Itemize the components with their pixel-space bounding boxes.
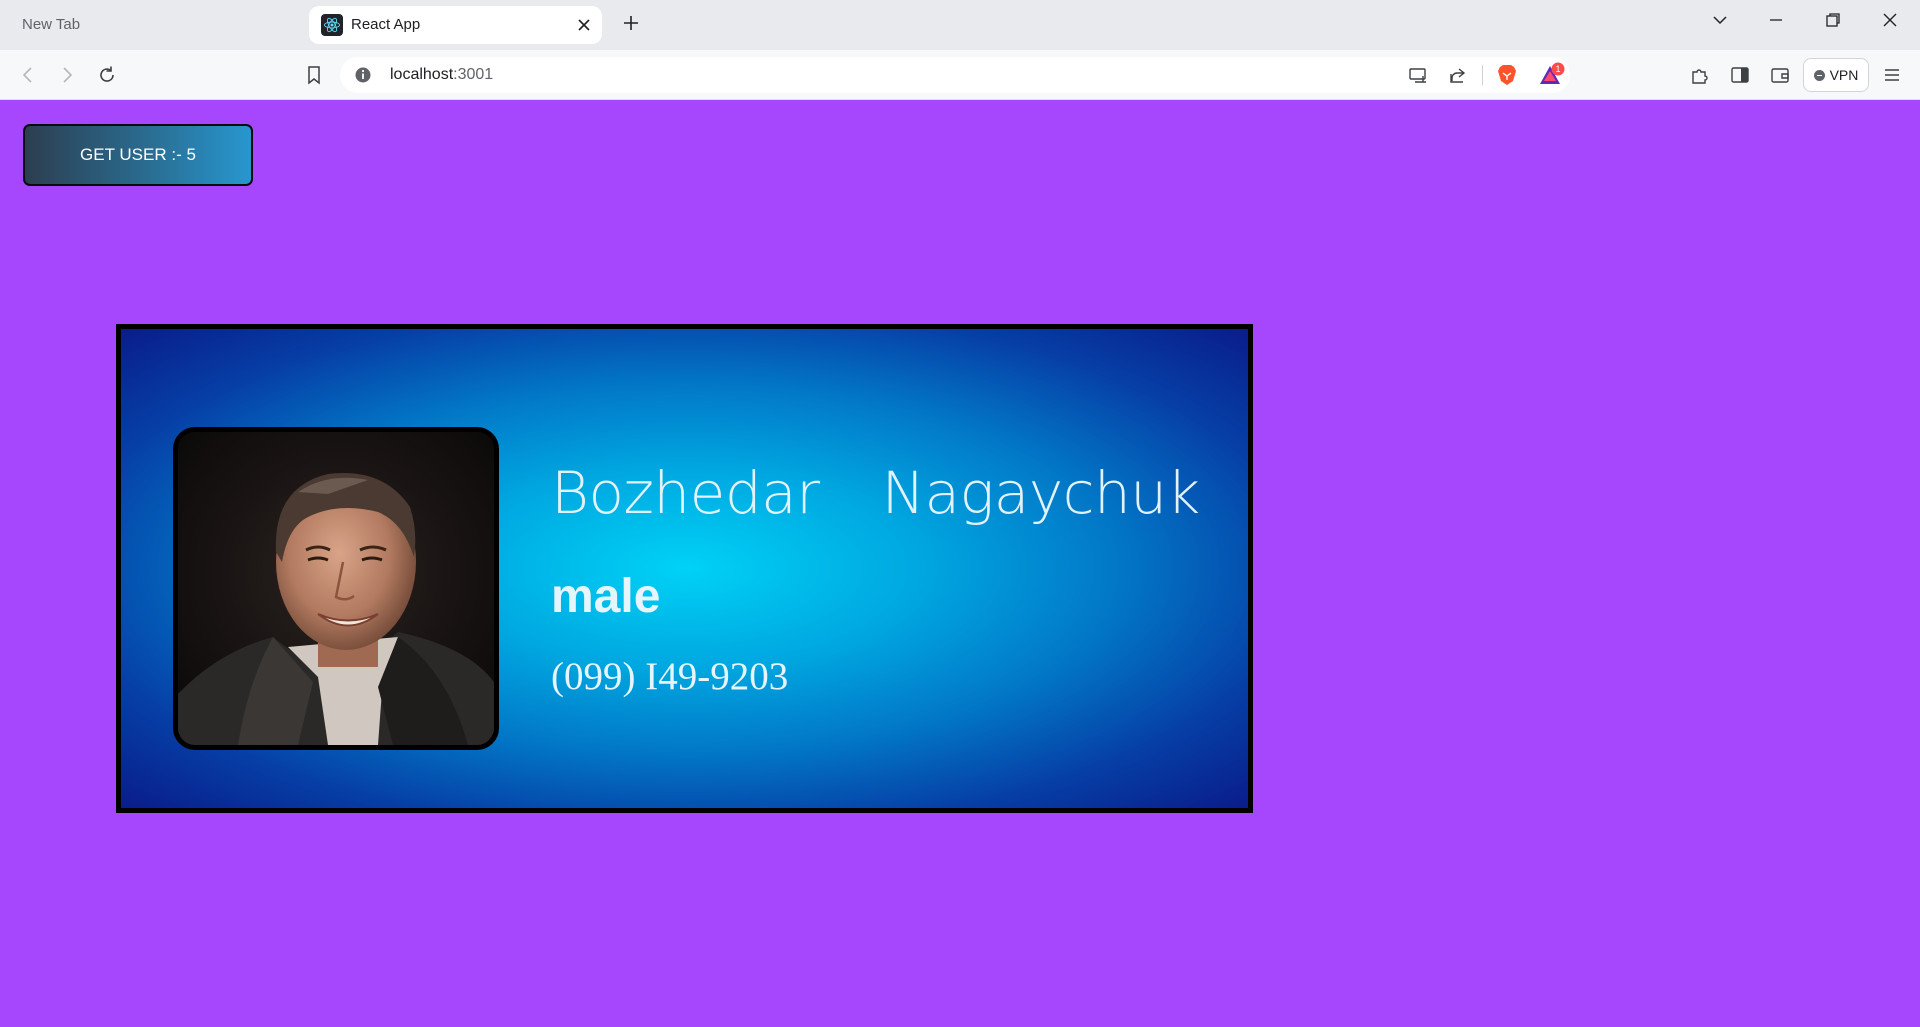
brave-rewards-triangle-icon[interactable]: 1 <box>1538 62 1565 86</box>
new-tab-plus-icon[interactable] <box>620 12 642 34</box>
close-window-icon[interactable] <box>1878 8 1902 32</box>
tab-title: New Tab <box>22 16 81 33</box>
user-gender: male <box>551 570 661 623</box>
tab-search-chevron-down-icon[interactable] <box>1708 8 1732 32</box>
wallet-icon[interactable] <box>1768 63 1792 87</box>
toolbar-divider <box>1482 65 1483 85</box>
hamburger-menu-icon[interactable] <box>1880 63 1904 87</box>
react-favicon-icon <box>321 14 343 36</box>
browser-toolbar: localhost:3001 1 VPN <box>0 50 1920 100</box>
rewards-badge-count: 1 <box>1555 64 1560 74</box>
forward-arrow-icon[interactable] <box>55 63 79 87</box>
site-info-icon[interactable] <box>354 66 372 84</box>
brave-shields-lion-icon[interactable] <box>1494 62 1518 86</box>
url-host: localhost <box>390 66 454 83</box>
user-first-name: Bozhedar <box>551 459 820 527</box>
user-avatar-photo <box>173 427 499 750</box>
user-card: Bozhedar Nagaychuk male (099) I49-9203 <box>116 324 1253 813</box>
tab-new-tab[interactable]: New Tab <box>0 6 300 44</box>
user-last-name: Nagaychuk <box>881 459 1201 527</box>
reload-icon[interactable] <box>95 63 119 87</box>
page-content: GET USER :- 5 Bozhedar Nagaychuk male (0… <box>0 101 1920 1027</box>
get-user-button[interactable]: GET USER :- 5 <box>23 124 253 186</box>
url-text: localhost:3001 <box>390 66 493 84</box>
back-arrow-icon[interactable] <box>16 63 40 87</box>
address-bar[interactable]: localhost:3001 1 <box>340 57 1570 93</box>
share-icon[interactable] <box>1446 63 1470 87</box>
vpn-button[interactable]: VPN <box>1803 58 1869 92</box>
vpn-label: VPN <box>1829 67 1859 83</box>
url-port: :3001 <box>453 66 494 83</box>
user-full-name: Bozhedar Nagaychuk <box>551 459 1200 527</box>
restore-window-icon[interactable] <box>1821 8 1845 32</box>
tab-title: React App <box>351 16 421 33</box>
extensions-puzzle-icon[interactable] <box>1688 63 1712 87</box>
close-tab-icon[interactable] <box>575 16 593 34</box>
cast-install-icon[interactable] <box>1406 63 1430 87</box>
tab-strip: New Tab React App <box>0 0 1920 50</box>
user-phone: (099) I49-9203 <box>551 655 789 698</box>
bookmark-icon[interactable] <box>302 63 326 87</box>
sidebar-toggle-icon[interactable] <box>1728 63 1752 87</box>
tab-react-app[interactable]: React App <box>309 6 602 44</box>
vpn-status-icon <box>1813 69 1825 81</box>
minimize-icon[interactable] <box>1764 8 1788 32</box>
